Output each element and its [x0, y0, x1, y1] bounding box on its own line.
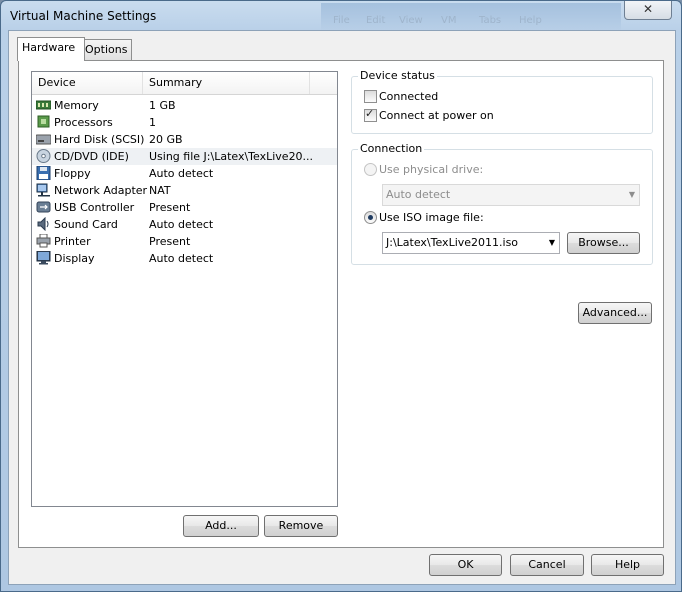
window-title: Virtual Machine Settings: [10, 9, 157, 23]
device-summary: Present: [149, 235, 191, 248]
cd-dvd-icon: [36, 149, 51, 163]
memory-icon: [36, 100, 51, 110]
connected-label[interactable]: Connected: [379, 90, 438, 103]
device-list[interactable]: Device Summary Memory 1 GB Processors 1 …: [31, 71, 338, 507]
device-summary: Present: [149, 201, 191, 214]
device-summary: NAT: [149, 184, 171, 197]
device-name: Floppy: [54, 167, 91, 180]
physical-drive-dropdown[interactable]: Auto detect ▼: [382, 184, 640, 206]
use-iso-image-radio[interactable]: [364, 211, 377, 224]
help-button[interactable]: Help: [591, 554, 664, 576]
device-summary: Auto detect: [149, 167, 214, 180]
use-physical-drive-label[interactable]: Use physical drive:: [379, 163, 483, 176]
advanced-button[interactable]: Advanced...: [578, 302, 652, 324]
device-row-cd-dvd[interactable]: CD/DVD (IDE) Using file J:\Latex\TexLive…: [32, 148, 337, 165]
background-menu-vm: VM: [441, 15, 457, 26]
cancel-button[interactable]: Cancel: [510, 554, 584, 576]
chevron-down-icon[interactable]: ▼: [549, 233, 555, 253]
device-row-processors[interactable]: Processors 1: [32, 114, 337, 131]
tab-hardware[interactable]: Hardware: [17, 37, 85, 61]
device-row-printer[interactable]: Printer Present: [32, 233, 337, 250]
background-window-menubar: File Edit View VM Tabs Help: [321, 3, 621, 31]
device-name: Memory: [54, 99, 99, 112]
close-button[interactable]: ✕: [624, 1, 672, 20]
floppy-icon: [36, 166, 51, 180]
device-summary: 1 GB: [149, 99, 176, 112]
tab-options[interactable]: Options: [80, 39, 132, 60]
background-menu-tabs: Tabs: [479, 15, 502, 26]
device-name: Hard Disk (SCSI): [54, 133, 145, 146]
add-device-button[interactable]: Add...: [183, 515, 259, 537]
device-summary: 1: [149, 116, 156, 129]
settings-window: File Edit View VM Tabs Help Virtual Mach…: [0, 0, 682, 592]
device-summary: Using file J:\Latex\TexLive20...: [149, 150, 314, 163]
network-adapter-icon: [36, 183, 50, 197]
browse-button[interactable]: Browse...: [567, 232, 640, 254]
physical-drive-value: Auto detect: [386, 188, 451, 201]
connection-title: Connection: [358, 142, 425, 155]
device-name: Network Adapter: [54, 184, 148, 197]
device-list-header: Device Summary: [32, 72, 337, 95]
hard-disk-icon: [36, 134, 51, 145]
column-header-device[interactable]: Device: [32, 72, 143, 94]
device-row-network-adapter[interactable]: Network Adapter NAT: [32, 182, 337, 199]
device-name: Sound Card: [54, 218, 118, 231]
device-row-sound-card[interactable]: Sound Card Auto detect: [32, 216, 337, 233]
connected-checkbox[interactable]: [364, 90, 377, 103]
device-row-hard-disk[interactable]: Hard Disk (SCSI) 20 GB: [32, 131, 337, 148]
device-name: Printer: [54, 235, 91, 248]
ok-button[interactable]: OK: [429, 554, 502, 576]
title-bar: File Edit View VM Tabs Help Virtual Mach…: [1, 1, 681, 31]
device-status-group: Device status Connected Connect at power…: [351, 69, 653, 134]
printer-icon: [36, 234, 51, 248]
device-row-memory[interactable]: Memory 1 GB: [32, 97, 337, 114]
usb-icon: [36, 201, 51, 213]
device-row-floppy[interactable]: Floppy Auto detect: [32, 165, 337, 182]
dialog-client-area: Hardware Options Device Summary Memory 1…: [8, 30, 676, 585]
column-header-summary[interactable]: Summary: [143, 72, 310, 94]
use-physical-drive-radio[interactable]: [364, 163, 377, 176]
background-menu-file: File: [333, 15, 350, 26]
use-iso-image-label[interactable]: Use ISO image file:: [379, 211, 484, 224]
device-summary: 20 GB: [149, 133, 183, 146]
sound-card-icon: [37, 217, 49, 231]
device-name: Processors: [54, 116, 113, 129]
device-summary: Auto detect: [149, 252, 214, 265]
background-menu-view: View: [399, 15, 423, 26]
device-status-title: Device status: [358, 69, 437, 82]
display-icon: [36, 251, 51, 265]
iso-path-value: J:\Latex\TexLive2011.iso: [386, 236, 519, 249]
connect-at-power-on-checkbox[interactable]: [364, 107, 377, 122]
device-name: USB Controller: [54, 201, 135, 214]
device-name: CD/DVD (IDE): [54, 150, 129, 163]
device-row-display[interactable]: Display Auto detect: [32, 250, 337, 267]
device-row-usb-controller[interactable]: USB Controller Present: [32, 199, 337, 216]
iso-path-combobox[interactable]: J:\Latex\TexLive2011.iso ▼: [382, 232, 560, 254]
processor-icon: [37, 115, 50, 128]
connect-at-power-on-label[interactable]: Connect at power on: [379, 109, 494, 122]
background-menu-help: Help: [519, 15, 542, 26]
device-summary: Auto detect: [149, 218, 214, 231]
chevron-down-icon: ▼: [628, 190, 635, 199]
close-icon: ✕: [642, 2, 654, 16]
remove-device-button[interactable]: Remove: [264, 515, 338, 537]
connection-group: Connection Use physical drive: Auto dete…: [351, 142, 653, 265]
background-menu-edit: Edit: [366, 15, 386, 26]
hardware-panel: Device Summary Memory 1 GB Processors 1 …: [18, 60, 664, 548]
device-name: Display: [54, 252, 95, 265]
